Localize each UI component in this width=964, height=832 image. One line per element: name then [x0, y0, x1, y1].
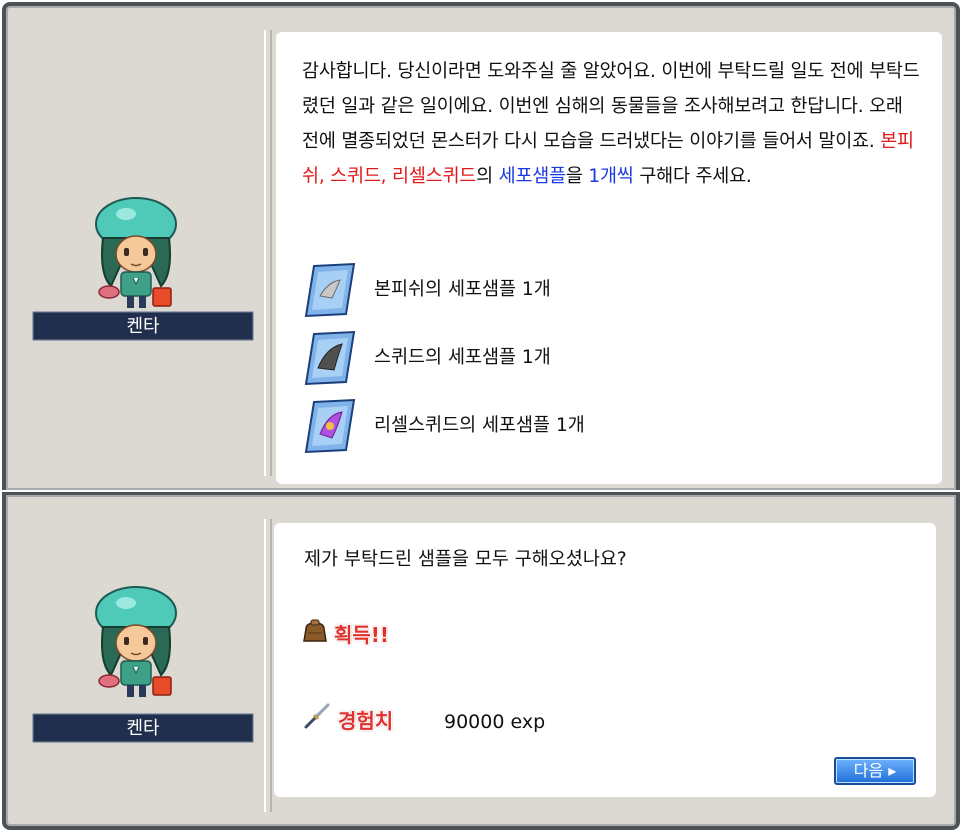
quest-dialog-1: 켄타 감사합니다. 당신이라면 도와주실 줄 알았어요. 이번에 부탁드릴 일도… — [2, 2, 960, 490]
squid-sample-icon — [304, 330, 356, 386]
quest-dialog-2: 켄타 제가 부탁드린 샘플을 모두 구해오셨나요? 획득!! 경험치 90000… — [2, 492, 960, 830]
bag-icon — [303, 619, 327, 642]
quest-text-part: 의 — [476, 166, 499, 187]
dialog-divider — [264, 519, 272, 812]
quest-text-part: 감사합니다. 당신이라면 도와주실 줄 알았어요. 이번에 부탁드릴 일도 전에… — [302, 61, 920, 152]
quest-description: 감사합니다. 당신이라면 도와주실 줄 알았어요. 이번에 부탁드릴 일도 전에… — [302, 54, 922, 194]
target-item: 세포샘플 — [498, 166, 566, 187]
npc-kenta-sprite — [76, 583, 196, 703]
npc-nameplate: 켄타 — [32, 713, 254, 743]
sword-icon — [304, 703, 330, 729]
npc-nameplate: 켄타 — [32, 311, 254, 341]
exp-value: 90000 exp — [444, 711, 546, 733]
npc-kenta-sprite — [76, 194, 196, 314]
dialog-divider — [264, 30, 272, 476]
item-label: 리셀스퀴드의 세포샘플 1개 — [374, 415, 585, 436]
required-item-3: 리셀스퀴드의 세포샘플 1개 — [304, 396, 704, 456]
exp-label: 경험치 — [338, 709, 394, 733]
gain-label: 획득!! — [334, 623, 390, 647]
quest-text-part: 을 — [565, 166, 589, 187]
item-label: 본피쉬의 세포샘플 1개 — [374, 279, 551, 300]
dialog-text-panel: 제가 부탁드린 샘플을 모두 구해오셨나요? 획득!! 경험치 90000 ex… — [274, 523, 936, 797]
next-button[interactable]: 다음 ▸ — [834, 757, 916, 785]
dialog-text-panel: 감사합니다. 당신이라면 도와주실 줄 알았어요. 이번에 부탁드릴 일도 전에… — [276, 32, 942, 484]
risell-squid-sample-icon — [304, 398, 356, 454]
quest-text-part: 구해다 주세요. — [633, 166, 752, 187]
bonefish-sample-icon — [304, 262, 356, 318]
required-item-1: 본피쉬의 세포샘플 1개 — [304, 260, 704, 320]
completion-question: 제가 부탁드린 샘플을 모두 구해오셨나요? — [304, 549, 627, 570]
target-quantity: 1개씩 — [588, 166, 634, 187]
required-item-2: 스퀴드의 세포샘플 1개 — [304, 328, 704, 388]
item-label: 스퀴드의 세포샘플 1개 — [374, 347, 551, 368]
